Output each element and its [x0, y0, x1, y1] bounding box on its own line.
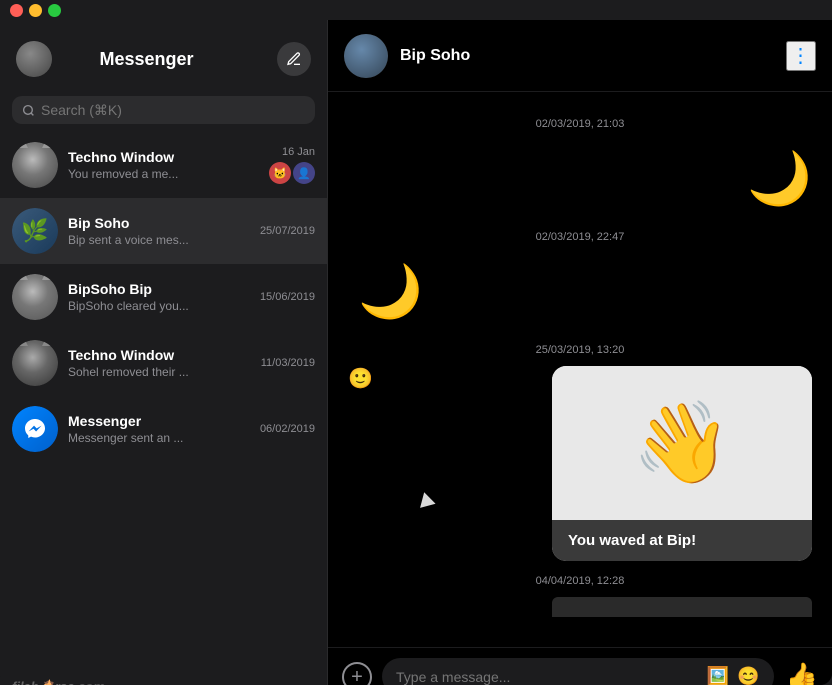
- conversation-info: Bip Soho Bip sent a voice mes...: [68, 215, 250, 247]
- contact-name: Bip Soho: [68, 215, 250, 231]
- message-row: 🙂 👋 You waved at Bip!: [348, 366, 812, 561]
- avatar: [12, 274, 58, 320]
- traffic-lights: [0, 0, 328, 20]
- avatar: 🌿: [12, 208, 58, 254]
- chat-input-area: + 🖼️ 😊 👍: [328, 647, 832, 685]
- app-window: Messenger: [0, 0, 832, 685]
- list-item[interactable]: Messenger Messenger sent an ... 06/02/20…: [0, 396, 327, 462]
- search-bar[interactable]: [12, 96, 315, 124]
- close-button[interactable]: [10, 4, 23, 17]
- conversation-info: Techno Window Sohel removed their ...: [68, 347, 251, 379]
- app-title: Messenger: [16, 49, 277, 70]
- message-preview: Messenger sent an ...: [68, 431, 250, 445]
- timestamp: 06/02/2019: [260, 423, 315, 435]
- timestamp: 02/03/2019, 22:47: [348, 231, 812, 243]
- more-options-button[interactable]: ⋮: [786, 41, 816, 71]
- avatar-group: 🐱 👤: [269, 162, 315, 184]
- timestamp: 11/03/2019: [261, 357, 315, 369]
- message-preview: Bip sent a voice mes...: [68, 233, 250, 247]
- message-row-partial: [348, 597, 812, 617]
- message-emoji: 🌙: [348, 261, 812, 322]
- conversation-list: Techno Window You removed a me... 16 Jan…: [0, 132, 327, 669]
- contact-name: Messenger: [68, 413, 250, 429]
- sticker-icon[interactable]: 🖼️: [707, 666, 729, 685]
- avatar: [12, 142, 58, 188]
- avatar: [12, 406, 58, 452]
- main-layout: Messenger: [0, 0, 832, 685]
- timestamp: 16 Jan: [282, 146, 315, 158]
- list-item[interactable]: BipSoho Bip BipSoho cleared you... 15/06…: [0, 264, 327, 330]
- contact-name: Techno Window: [68, 347, 251, 363]
- fullscreen-button[interactable]: [48, 4, 61, 17]
- wave-label: You waved at Bip!: [552, 520, 812, 561]
- messenger-logo: [12, 406, 58, 452]
- conversation-meta: 25/07/2019: [260, 225, 315, 237]
- search-icon: [22, 104, 35, 117]
- contact-name: Techno Window: [68, 149, 259, 165]
- chat-area: Bip Soho ⋮ 02/03/2019, 21:03 🌙 02/03/201…: [328, 20, 832, 685]
- wave-emoji: 👋: [552, 366, 812, 520]
- wave-card: 👋 You waved at Bip!: [552, 366, 812, 561]
- contact-name: BipSoho Bip: [68, 281, 250, 297]
- timestamp: 15/06/2019: [260, 291, 315, 303]
- conversation-meta: 16 Jan 🐱 👤: [269, 146, 315, 184]
- timestamp: 04/04/2019, 12:28: [348, 575, 812, 587]
- timestamp: 25/03/2019, 13:20: [348, 344, 812, 356]
- conversation-meta: 15/06/2019: [260, 291, 315, 303]
- conversation-meta: 06/02/2019: [260, 423, 315, 435]
- message-preview: BipSoho cleared you...: [68, 299, 250, 313]
- watermark: fileh🐴rse.com: [0, 669, 327, 685]
- list-item[interactable]: Techno Window Sohel removed their ... 11…: [0, 330, 327, 396]
- compose-button[interactable]: [277, 42, 311, 76]
- add-attachment-button[interactable]: +: [342, 662, 372, 685]
- emoji-react-button[interactable]: 🙂: [348, 366, 373, 391]
- conversation-info: BipSoho Bip BipSoho cleared you...: [68, 281, 250, 313]
- timestamp: 02/03/2019, 21:03: [348, 118, 812, 130]
- sidebar: Messenger: [0, 20, 328, 685]
- message-input-container[interactable]: 🖼️ 😊: [382, 658, 774, 685]
- like-button[interactable]: 👍: [786, 661, 818, 685]
- list-item[interactable]: 🌿 Bip Soho Bip sent a voice mes... 25/07…: [0, 198, 327, 264]
- messages-container: 02/03/2019, 21:03 🌙 02/03/2019, 22:47 🌙 …: [328, 92, 832, 647]
- message-preview: You removed a me...: [68, 167, 259, 181]
- search-input[interactable]: [41, 102, 305, 118]
- minimize-button[interactable]: [29, 4, 42, 17]
- sidebar-header: Messenger: [0, 20, 327, 92]
- timestamp: 25/07/2019: [260, 225, 315, 237]
- message-input[interactable]: [396, 669, 707, 685]
- message-emoji: 🌙: [348, 148, 812, 209]
- input-icons: 🖼️ 😊: [707, 666, 760, 685]
- conversation-meta: 11/03/2019: [261, 357, 315, 369]
- message-preview: Sohel removed their ...: [68, 365, 251, 379]
- contact-name: Bip Soho: [400, 47, 774, 65]
- avatar: [12, 340, 58, 386]
- chat-header: Bip Soho ⋮: [328, 20, 832, 92]
- list-item[interactable]: Techno Window You removed a me... 16 Jan…: [0, 132, 327, 198]
- conversation-info: Techno Window You removed a me...: [68, 149, 259, 181]
- emoji-icon[interactable]: 😊: [737, 666, 759, 685]
- conversation-info: Messenger Messenger sent an ...: [68, 413, 250, 445]
- contact-avatar: [344, 34, 388, 78]
